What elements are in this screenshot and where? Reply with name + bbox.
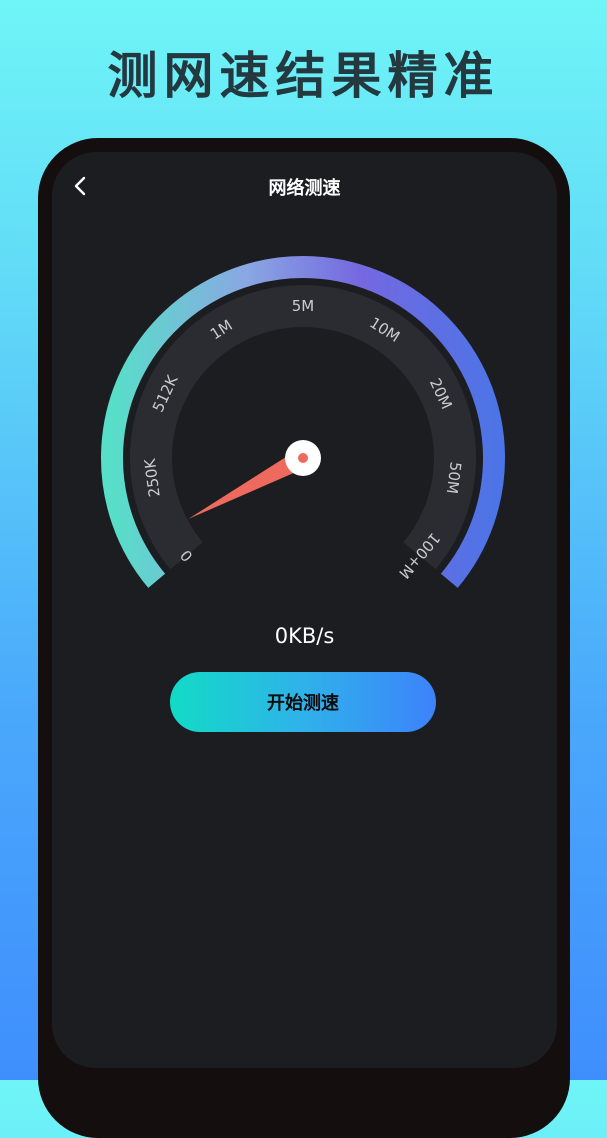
speed-gauge: 0250K512K1M5M10M20M50M100+M	[101, 256, 505, 588]
gauge-inner-track	[130, 285, 476, 570]
needle-hub-dot	[298, 453, 308, 463]
speed-readout: 0KB/s	[274, 624, 335, 648]
gauge-tick-label: 5M	[292, 297, 315, 315]
promo-title: 测网速结果精准	[107, 47, 500, 105]
app-screen: 网络测速 0 250K 512K 1M 5M 10M 20M 50M 100+M 0KB/s 开…	[52, 152, 557, 1068]
start-test-button[interactable]: 开始测速	[170, 672, 436, 732]
